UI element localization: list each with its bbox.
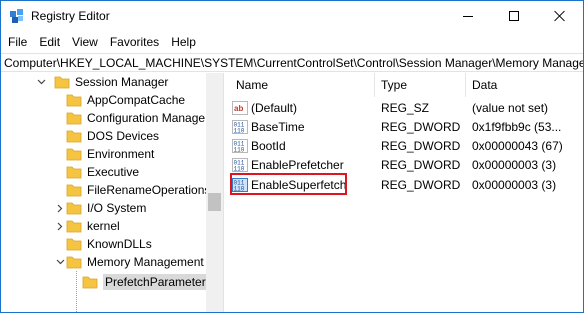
svg-text:110: 110 bbox=[234, 127, 245, 134]
value-type: REG_DWORD bbox=[381, 177, 461, 192]
value-name: BootId bbox=[251, 138, 286, 153]
chevron-down-icon[interactable] bbox=[35, 73, 47, 91]
address-path[interactable]: Computer\HKEY_LOCAL_MACHINE\SYSTEM\Curre… bbox=[4, 56, 583, 70]
scrollbar-thumb[interactable] bbox=[208, 193, 221, 211]
tree-item-executive[interactable]: Executive bbox=[66, 163, 139, 181]
value-type: REG_SZ bbox=[381, 100, 430, 115]
folder-icon bbox=[66, 93, 82, 107]
window-title: Registry Editor bbox=[31, 9, 110, 23]
menu-edit[interactable]: Edit bbox=[33, 32, 66, 52]
tree-item-filerenameoperations[interactable]: FileRenameOperations bbox=[66, 181, 210, 199]
tree-item-knowndlls[interactable]: KnownDLLs bbox=[66, 235, 152, 253]
tree-item-dos-devices[interactable]: DOS Devices bbox=[66, 127, 159, 145]
folder-icon bbox=[66, 183, 82, 197]
svg-text:110: 110 bbox=[234, 146, 245, 153]
value-name: BaseTime bbox=[251, 119, 305, 134]
title-bar[interactable]: Registry Editor bbox=[1, 1, 583, 32]
value-data: 0x00000003 (3) bbox=[472, 157, 557, 172]
tree-item-label: Session Manager bbox=[75, 75, 169, 89]
tree-guide-line bbox=[76, 271, 77, 312]
table-row[interactable]: 011 110 EnablePrefetcher REG_DWORD 0x0000… bbox=[229, 155, 583, 174]
tree-vertical-scrollbar[interactable] bbox=[206, 73, 223, 293]
column-header-type[interactable]: Type bbox=[375, 73, 466, 97]
menu-view[interactable]: View bbox=[66, 32, 104, 52]
menu-bar: File Edit View Favorites Help bbox=[1, 32, 583, 52]
folder-icon bbox=[66, 165, 82, 179]
binary-value-icon: 011 110 bbox=[232, 119, 248, 135]
folder-icon bbox=[66, 147, 82, 161]
registry-editor-app-icon bbox=[9, 8, 25, 24]
chevron-right-icon[interactable] bbox=[54, 199, 66, 217]
value-data: 0x00000003 (3) bbox=[472, 177, 557, 192]
value-type: REG_DWORD bbox=[381, 119, 461, 134]
minimize-button[interactable] bbox=[445, 1, 491, 31]
tree-item-appcompatcache[interactable]: AppCompatCache bbox=[66, 91, 185, 109]
value-data: (value not set) bbox=[472, 100, 549, 115]
tree-item-label: DOS Devices bbox=[87, 129, 160, 143]
maximize-icon bbox=[509, 11, 519, 21]
scrollbar-corner bbox=[206, 293, 223, 312]
column-header-type-label: Type bbox=[381, 78, 408, 92]
value-type: REG_DWORD bbox=[381, 138, 461, 153]
svg-text:110: 110 bbox=[234, 165, 245, 172]
tree-item-label: KnownDLLs bbox=[87, 237, 152, 251]
close-button[interactable] bbox=[537, 1, 583, 31]
table-row[interactable]: 011 110 BaseTime REG_DWORD 0x1f9fbb9c (53… bbox=[229, 117, 583, 136]
maximize-button[interactable] bbox=[491, 1, 537, 31]
pane-splitter[interactable] bbox=[223, 73, 228, 312]
registry-editor-window: Registry Editor File Edit View Favorites… bbox=[0, 0, 584, 313]
tree-item-label: Executive bbox=[87, 165, 140, 179]
key-tree-pane[interactable]: Session Manager AppCompatCache Configura… bbox=[1, 73, 223, 312]
tree-item-session-manager[interactable]: Session Manager bbox=[35, 73, 168, 91]
tree-item-prefetchparameters[interactable]: PrefetchParameters bbox=[82, 273, 214, 291]
value-data: 0x1f9fbb9c (53... bbox=[472, 119, 562, 134]
column-header-name[interactable]: Name bbox=[229, 73, 375, 97]
folder-icon bbox=[54, 75, 70, 89]
value-name: (Default) bbox=[251, 100, 298, 115]
string-value-icon: ab bbox=[232, 100, 248, 116]
tree-item-label: FileRenameOperations bbox=[87, 183, 211, 197]
values-list-pane[interactable]: Name Type Data ab (Default) REG_SZ (valu… bbox=[229, 73, 583, 312]
folder-open-icon bbox=[82, 275, 98, 289]
column-header-name-label: Name bbox=[236, 78, 269, 92]
value-data: 0x00000043 (67) bbox=[472, 138, 563, 153]
menu-favorites[interactable]: Favorites bbox=[104, 32, 165, 52]
tree-item-label: kernel bbox=[87, 219, 120, 233]
highlight-box bbox=[230, 173, 347, 195]
tree-item-label: Memory Management bbox=[87, 255, 204, 269]
folder-icon bbox=[66, 255, 82, 269]
table-row[interactable]: ab (Default) REG_SZ (value not set) bbox=[229, 98, 583, 117]
value-type: REG_DWORD bbox=[381, 157, 461, 172]
minimize-icon bbox=[463, 15, 473, 17]
address-bar[interactable]: Computer\HKEY_LOCAL_MACHINE\SYSTEM\Curre… bbox=[1, 53, 583, 72]
tree-item-label: AppCompatCache bbox=[87, 93, 186, 107]
tree-item-io-system[interactable]: I/O System bbox=[54, 199, 146, 217]
folder-icon bbox=[66, 129, 82, 143]
tree-item-memory-management[interactable]: Memory Management bbox=[54, 253, 204, 271]
value-name: EnablePrefetcher bbox=[251, 157, 344, 172]
tree-item-environment[interactable]: Environment bbox=[66, 145, 154, 163]
tree-item-configuration-manager[interactable]: Configuration Manage bbox=[66, 109, 205, 127]
binary-value-icon: 011 110 bbox=[232, 157, 248, 173]
tree-item-label: Configuration Manage bbox=[87, 111, 206, 125]
column-header-data-label: Data bbox=[472, 78, 498, 92]
tree-item-label: Environment bbox=[87, 147, 155, 161]
svg-text:ab: ab bbox=[234, 104, 243, 113]
tree-item-label: PrefetchParameters bbox=[103, 274, 214, 290]
menu-help[interactable]: Help bbox=[165, 32, 202, 52]
binary-value-icon: 011 110 bbox=[232, 138, 248, 154]
menu-file[interactable]: File bbox=[1, 32, 33, 52]
folder-icon bbox=[66, 237, 82, 251]
chevron-down-icon[interactable] bbox=[54, 253, 66, 271]
tree-item-label: I/O System bbox=[87, 201, 147, 215]
table-row[interactable]: 011 110 BootId REG_DWORD 0x00000043 (67) bbox=[229, 136, 583, 155]
folder-icon bbox=[66, 201, 82, 215]
column-header-data[interactable]: Data bbox=[466, 73, 583, 97]
close-icon bbox=[554, 10, 566, 22]
folder-icon bbox=[66, 111, 82, 125]
folder-icon bbox=[66, 219, 82, 233]
chevron-right-icon[interactable] bbox=[54, 217, 66, 235]
tree-item-kernel[interactable]: kernel bbox=[54, 217, 120, 235]
